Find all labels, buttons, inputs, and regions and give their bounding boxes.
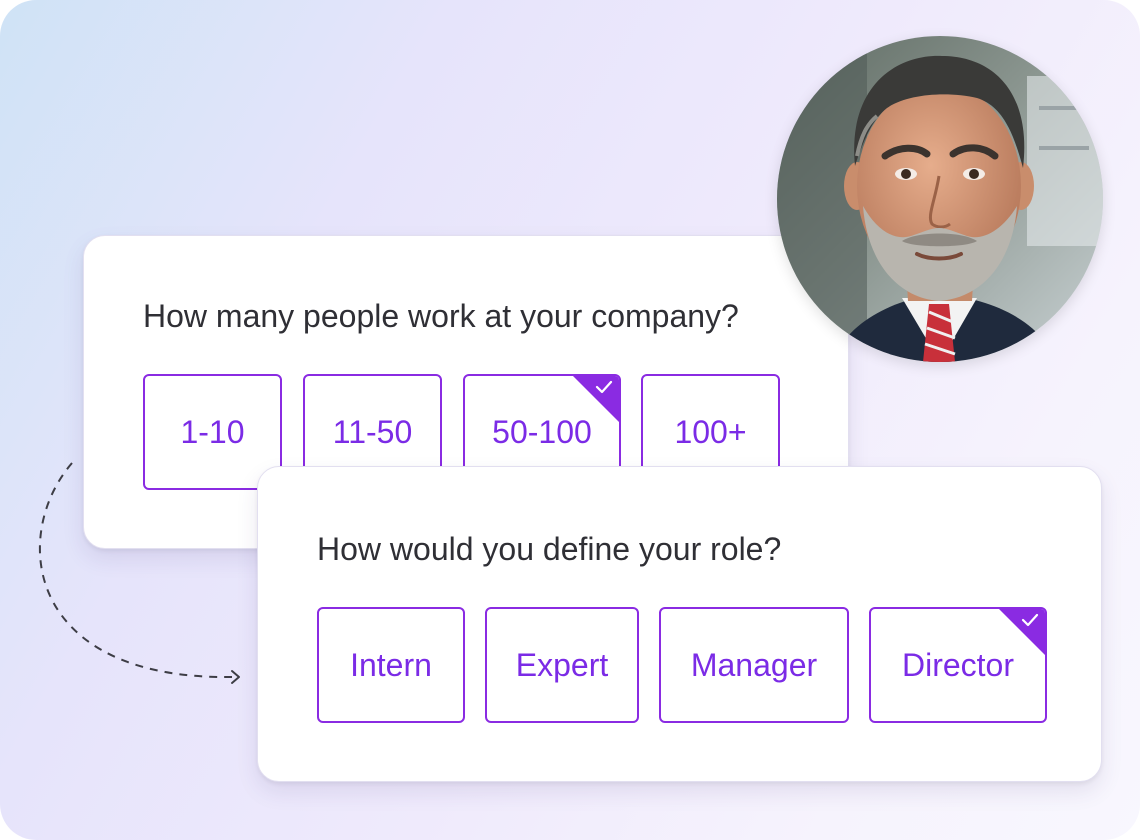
option-director[interactable]: Director [869, 607, 1047, 723]
portrait-image [777, 36, 1103, 362]
option-label: 1-10 [180, 413, 245, 450]
option-label: 50-100 [492, 413, 592, 450]
option-intern[interactable]: Intern [317, 607, 465, 723]
option-manager[interactable]: Manager [659, 607, 849, 723]
option-label: 100+ [674, 413, 747, 450]
option-label: Manager [690, 646, 818, 683]
background-canvas: How many people work at your company? 1-… [0, 0, 1140, 840]
check-icon [1021, 613, 1039, 627]
option-1-10[interactable]: 1-10 [143, 374, 282, 490]
option-label: Intern [350, 646, 432, 683]
check-icon [595, 380, 613, 394]
avatar [777, 36, 1103, 362]
company-size-question: How many people work at your company? [143, 298, 739, 334]
option-label: Director [901, 646, 1014, 683]
role-question: How would you define your role? [317, 531, 782, 567]
option-label: Expert [515, 646, 609, 683]
role-card: How would you define your role? Intern E… [257, 466, 1102, 782]
option-expert[interactable]: Expert [485, 607, 639, 723]
option-label: 11-50 [332, 413, 413, 450]
